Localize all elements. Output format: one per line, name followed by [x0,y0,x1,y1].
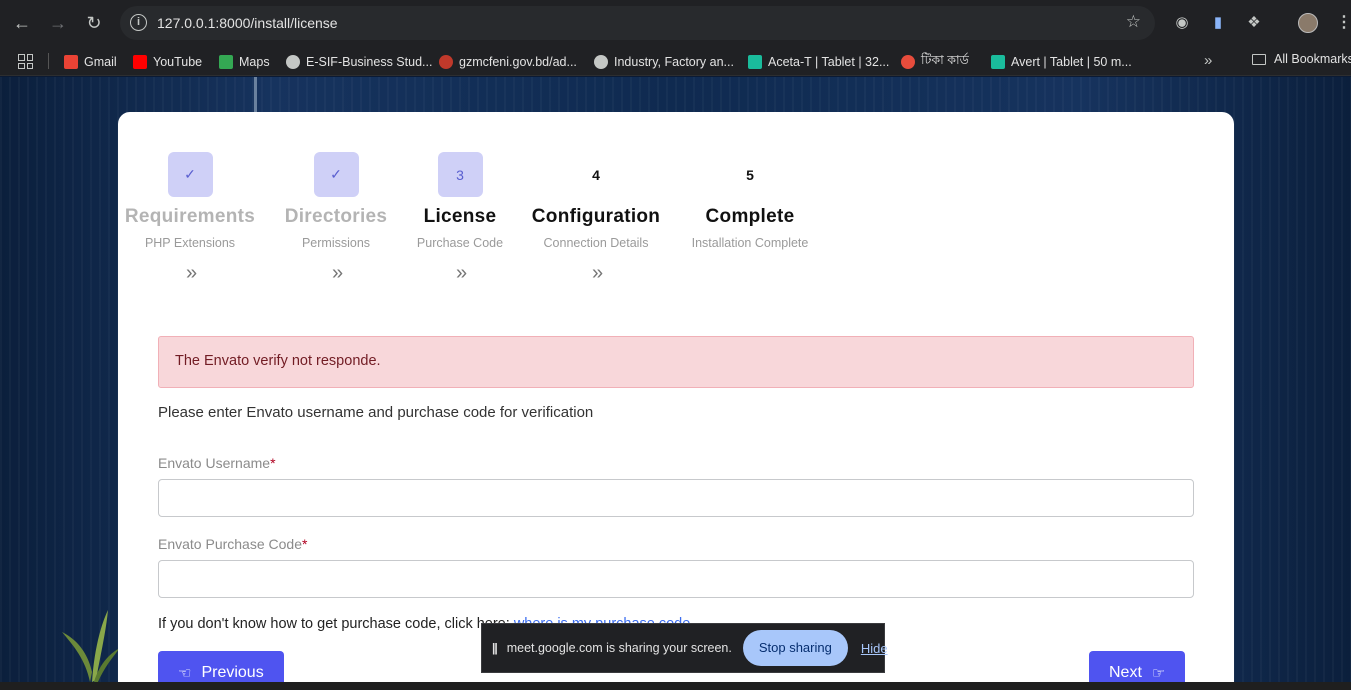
required-mark: * [270,455,276,471]
url-path: /install/license [250,15,338,31]
instruction-text: Please enter Envato username and purchas… [158,404,594,421]
step-configuration: 4 Configuration Connection Details » [506,152,686,285]
youtube-icon [133,55,147,69]
hand-point-left-icon: ☜ [178,665,192,682]
bookmark-item[interactable]: Gmail [64,53,117,71]
extensions-puzzle-icon[interactable]: ❖ [1244,13,1264,33]
screen-share-bar: || meet.google.com is sharing your scree… [481,623,888,673]
plant-decoration [62,610,120,682]
m-logo-icon [991,55,1005,69]
forward-arrow-icon[interactable]: → [46,11,70,35]
bookmark-star-icon[interactable]: ☆ [1126,12,1141,32]
share-message: meet.google.com is sharing your screen. [506,641,732,655]
url-host: 127.0.0.1:8000 [157,15,251,31]
url-text[interactable]: 127.0.0.1:8000/install/license [157,15,338,31]
bookmarks-bar: Gmail YouTube Maps E-SIF-Business Stud... gz… [0,46,1351,76]
maps-icon [219,55,233,69]
m-logo-icon [748,55,762,69]
step-subtitle: Connection Details [543,236,649,250]
previous-label: Previous [201,664,264,681]
bookmark-item[interactable]: Avert | Tablet | 50 m... [991,53,1132,71]
envato-username-input[interactable] [158,479,1194,517]
bookmark-item[interactable]: gzmcfeni.gov.bd/ad... [439,53,577,71]
step-complete: 5 Complete Installation Complete [660,152,840,251]
camera-icon[interactable]: ◉ [1172,13,1192,33]
back-arrow-icon[interactable]: ← [10,11,34,35]
bookmark-item[interactable]: YouTube [133,53,202,71]
bookmarks-divider [48,53,49,69]
step-chevron-icon: » [591,262,603,284]
installer-card: ✓ Requirements PHP Extensions» ✓ Directories… [118,112,1234,690]
step-check-icon: ✓ [313,152,359,197]
purchase-code-label: Envato Purchase Code* [158,536,307,552]
docs-extension-icon[interactable]: ▮ [1208,13,1228,33]
bookmark-label: E-SIF-Business Stud... [306,55,433,69]
background-pole [254,77,257,117]
bookmark-label: Industry, Factory an... [614,55,734,69]
purchase-code-input[interactable] [158,560,1194,598]
bookmark-item[interactable]: Maps [219,53,270,71]
bd-seal-icon [901,55,915,69]
address-bar[interactable]: i 127.0.0.1:8000/install/license ☆ [120,6,1155,40]
step-title: Complete [705,206,795,227]
hand-point-right-icon: ☞ [1151,665,1166,682]
bookmark-item[interactable]: টিকা কার্ড [901,53,969,71]
username-label: Envato Username* [158,455,276,471]
username-label-text: Envato Username [158,455,271,471]
browser-menu-icon[interactable]: ⋮ [1336,12,1351,32]
hide-share-bar-link[interactable]: Hide [861,641,888,656]
bookmark-label: gzmcfeni.gov.bd/ad... [459,55,577,69]
globe-icon [594,55,608,69]
stop-sharing-button[interactable]: Stop sharing [742,630,848,666]
bookmark-label: Avert | Tablet | 50 m... [1011,55,1132,69]
bookmark-label: YouTube [153,55,203,69]
step-check-icon: ✓ [167,152,213,197]
bookmark-item[interactable]: E-SIF-Business Stud... [286,53,432,71]
purchase-code-label-text: Envato Purchase Code [158,536,302,552]
globe-icon [286,55,300,69]
bookmark-label: Maps [239,55,270,69]
bookmark-label: টিকা কার্ড [921,53,969,67]
gov-seal-icon [439,55,453,69]
apps-grid-icon[interactable] [18,54,33,69]
bookmark-label: Gmail [84,55,117,69]
error-alert: The Envato verify not responde. [158,336,1194,388]
all-bookmarks-folder[interactable]: All Bookmarks [1252,52,1351,66]
browser-toolbar: ← → ↻ i 127.0.0.1:8000/install/license ☆… [0,0,1351,46]
bookmark-item[interactable]: Aceta-T | Tablet | 32... [748,53,889,71]
pause-icon: || [492,641,498,655]
bookmark-label: Aceta-T | Tablet | 32... [768,55,890,69]
more-bookmarks-icon[interactable]: » [1204,52,1212,69]
site-info-icon[interactable]: i [130,14,147,31]
help-text-body: If you don't know how to get purchase co… [158,616,510,632]
step-number: 3 [437,152,483,197]
step-subtitle: Installation Complete [691,236,809,250]
step-number: 4 [592,166,600,183]
os-taskbar [0,682,1351,690]
folder-icon [1252,53,1266,65]
next-label: Next [1109,664,1142,681]
required-mark: * [301,536,308,552]
step-title: Configuration [531,206,661,227]
gmail-icon [64,55,78,69]
reload-icon[interactable]: ↻ [82,11,106,35]
all-bookmarks-label: All Bookmarks [1274,52,1351,66]
profile-avatar[interactable] [1298,13,1318,33]
step-number: 5 [746,166,754,183]
bookmark-item[interactable]: Industry, Factory an... [594,53,734,71]
